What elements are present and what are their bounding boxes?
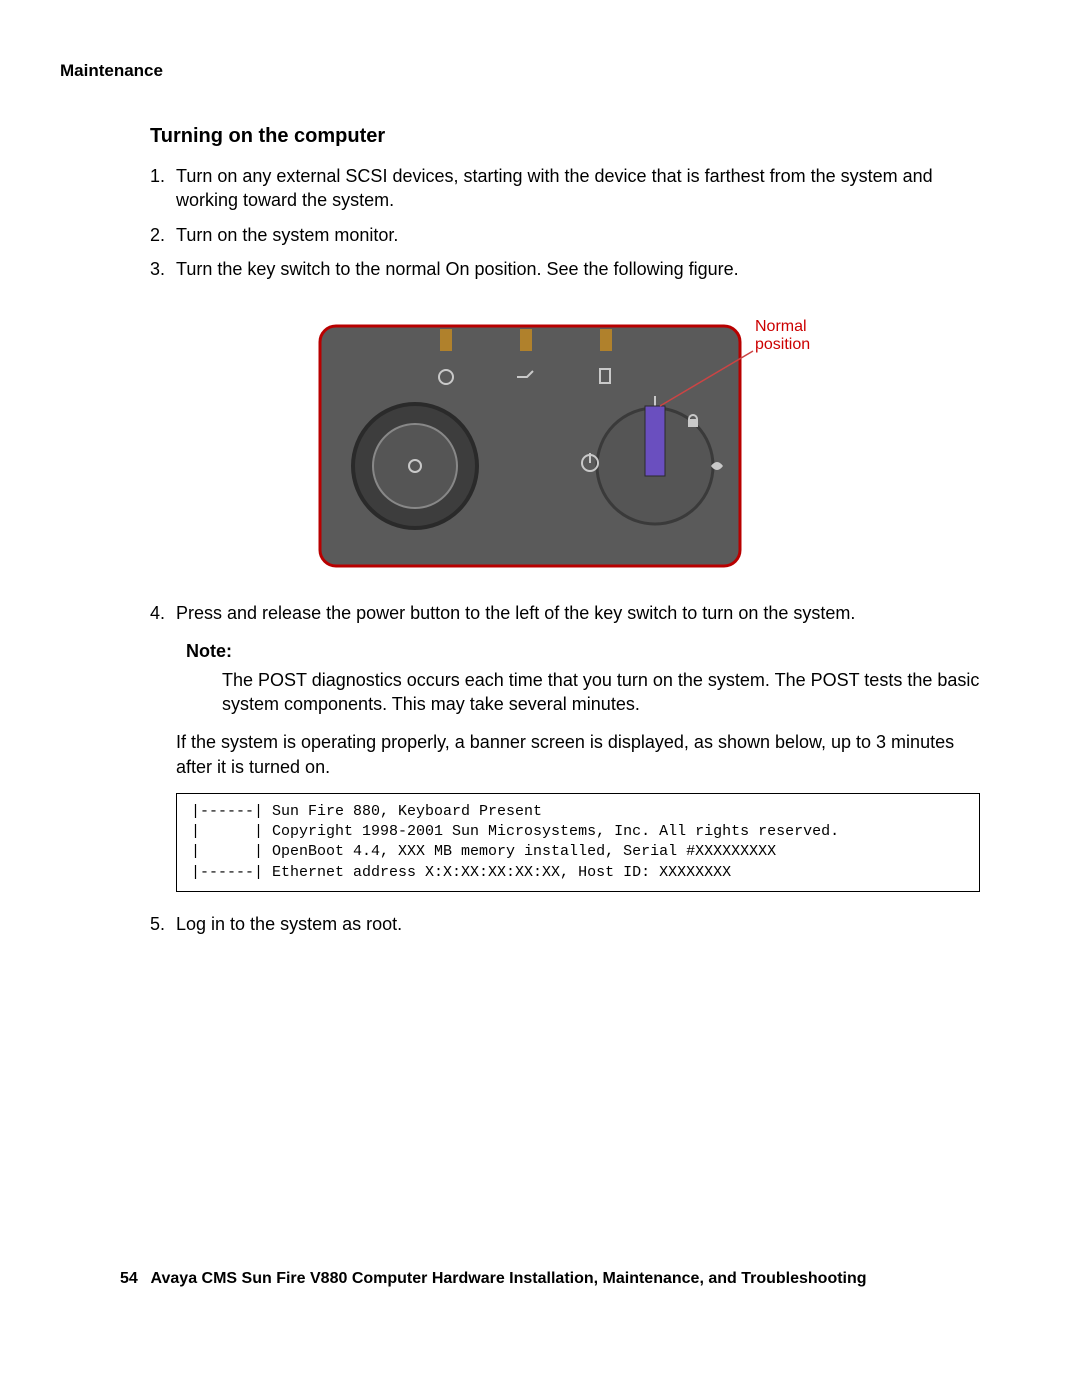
power-button-inner (373, 424, 457, 508)
step-text: Turn the key switch to the normal On pos… (176, 257, 980, 281)
step-number: 4. (150, 601, 176, 625)
section-title: Turning on the computer (150, 123, 980, 150)
led-icon (520, 329, 532, 351)
led-icon (600, 329, 612, 351)
footer-title: Avaya CMS Sun Fire V880 Computer Hardwar… (151, 1270, 867, 1287)
step-4: 4. Press and release the power button to… (150, 601, 980, 625)
step-2: 2. Turn on the system monitor. (150, 223, 980, 247)
step-text: Press and release the power button to th… (176, 601, 980, 625)
step-number: 3. (150, 257, 176, 281)
page-header: Maintenance (60, 60, 1020, 83)
step-text: Log in to the system as root. (176, 912, 980, 936)
note-body: The POST diagnostics occurs each time th… (222, 668, 980, 717)
step-number: 1. (150, 164, 176, 213)
led-icon (440, 329, 452, 351)
step-text: Turn on any external SCSI devices, start… (176, 164, 980, 213)
note-label: Note: (186, 639, 980, 663)
step-1: 1. Turn on any external SCSI devices, st… (150, 164, 980, 213)
step-number: 2. (150, 223, 176, 247)
step-number: 5. (150, 912, 176, 936)
step-text: Turn on the system monitor. (176, 223, 980, 247)
banner-screen: |------| Sun Fire 880, Keyboard Present … (176, 793, 980, 892)
key-switch-figure: Normal position (315, 311, 815, 571)
page-number: 54 (120, 1270, 138, 1287)
banner-intro: If the system is operating properly, a b… (176, 730, 980, 779)
figure-label-line2: position (755, 336, 810, 353)
step-5: 5. Log in to the system as root. (150, 912, 980, 936)
step-3: 3. Turn the key switch to the normal On … (150, 257, 980, 281)
key-handle (645, 406, 665, 476)
page-footer: 54 Avaya CMS Sun Fire V880 Computer Hard… (120, 1268, 867, 1290)
figure-label-line1: Normal (755, 318, 807, 335)
